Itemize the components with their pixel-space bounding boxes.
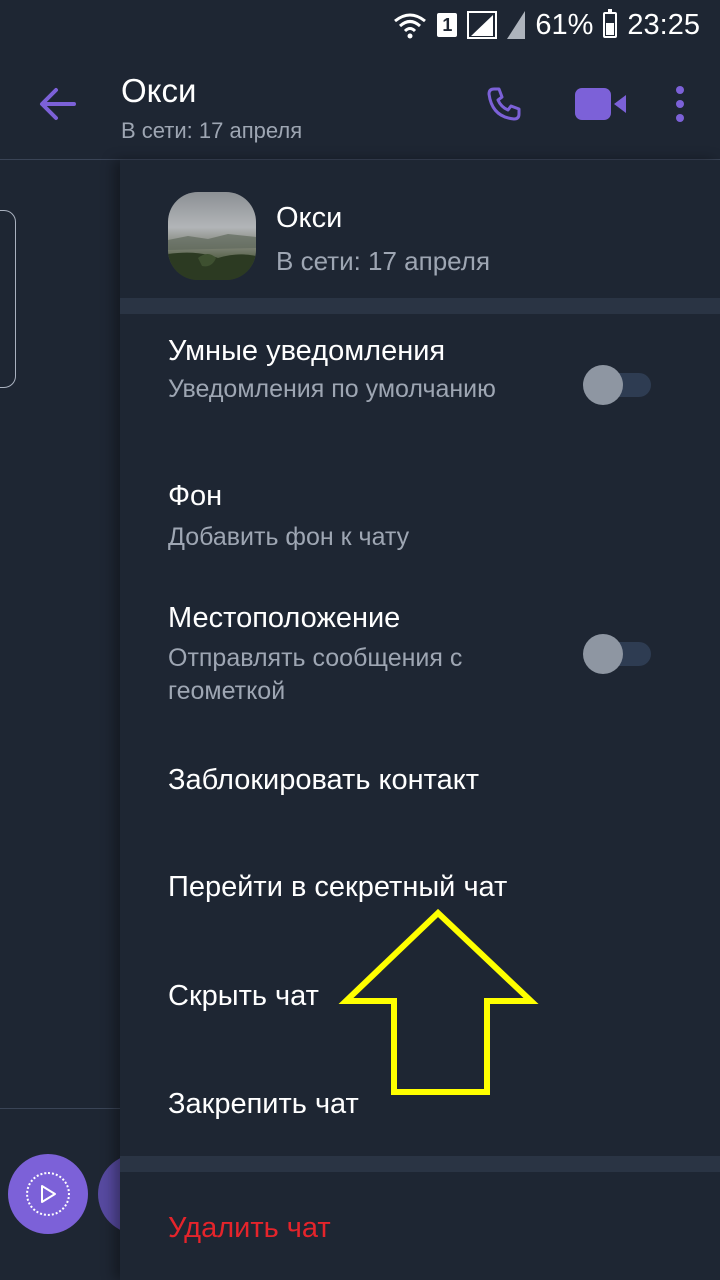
chat-title: Окси — [121, 72, 197, 109]
video-call-button[interactable] — [574, 80, 628, 128]
sim-badge: 1 — [437, 13, 458, 37]
signal-bars-icon — [507, 11, 526, 39]
location-toggle[interactable] — [583, 634, 653, 674]
location-title: Местоположение — [168, 602, 401, 634]
contact-status: В сети: 17 апреля — [276, 246, 491, 276]
avatar — [168, 192, 256, 280]
signal-icon — [467, 11, 498, 39]
message-bubble — [0, 210, 16, 388]
secret-chat-item[interactable]: Перейти в секретный чат — [168, 871, 507, 904]
battery-fill — [606, 23, 615, 35]
contact-name: Окси — [276, 202, 343, 234]
video-camera-icon — [575, 88, 626, 120]
hide-chat-item[interactable]: Скрыть чат — [168, 980, 319, 1013]
clock: 23:25 — [627, 8, 700, 41]
contact-header[interactable]: Окси В сети: 17 апреля — [120, 160, 720, 298]
divider — [0, 1108, 120, 1109]
chat-background — [0, 160, 158, 1280]
battery-percent: 61% — [535, 8, 594, 41]
block-contact-item[interactable]: Заблокировать контакт — [168, 764, 479, 797]
phone-icon — [487, 87, 521, 121]
status-bar: 1 61% 23:25 — [0, 0, 720, 50]
section-divider — [120, 298, 720, 314]
smart-notifications-toggle[interactable] — [583, 365, 653, 405]
delete-chat-item[interactable]: Удалить чат — [168, 1212, 331, 1245]
app-bar: Окси В сети: 17 апреля — [0, 50, 720, 160]
smart-notifications-title: Умные уведомления — [168, 335, 446, 367]
background-subtitle: Добавить фон к чату — [168, 523, 410, 551]
more-vert-icon — [676, 86, 684, 122]
pin-chat-item[interactable]: Закрепить чат — [168, 1088, 359, 1121]
chat-subtitle: В сети: 17 апреля — [121, 118, 303, 143]
chat-info-drawer: Окси В сети: 17 апреля Умные уведомления… — [120, 160, 720, 1280]
section-divider — [120, 1156, 720, 1172]
smart-notifications-subtitle: Уведомления по умолчанию — [168, 375, 496, 403]
battery-icon — [603, 9, 618, 38]
background-title: Фон — [168, 480, 223, 512]
back-button[interactable] — [36, 82, 80, 126]
location-subtitle: Отправлять сообщения с геометкой — [168, 644, 463, 705]
play-icon — [41, 1185, 56, 1203]
media-button[interactable] — [8, 1154, 88, 1234]
back-arrow-icon — [40, 88, 76, 120]
more-button[interactable] — [666, 80, 694, 128]
wifi-icon — [394, 13, 427, 39]
call-button[interactable] — [484, 80, 524, 128]
